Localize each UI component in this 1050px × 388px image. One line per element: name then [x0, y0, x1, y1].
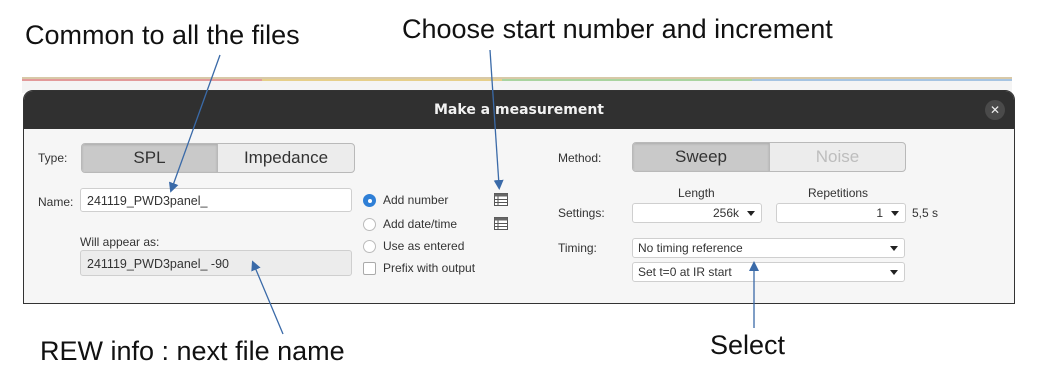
- arrow-common: [168, 54, 221, 193]
- arrow-start-number: [489, 49, 504, 190]
- annotation-arrows: [168, 49, 759, 335]
- arrow-rew-info: [251, 260, 284, 335]
